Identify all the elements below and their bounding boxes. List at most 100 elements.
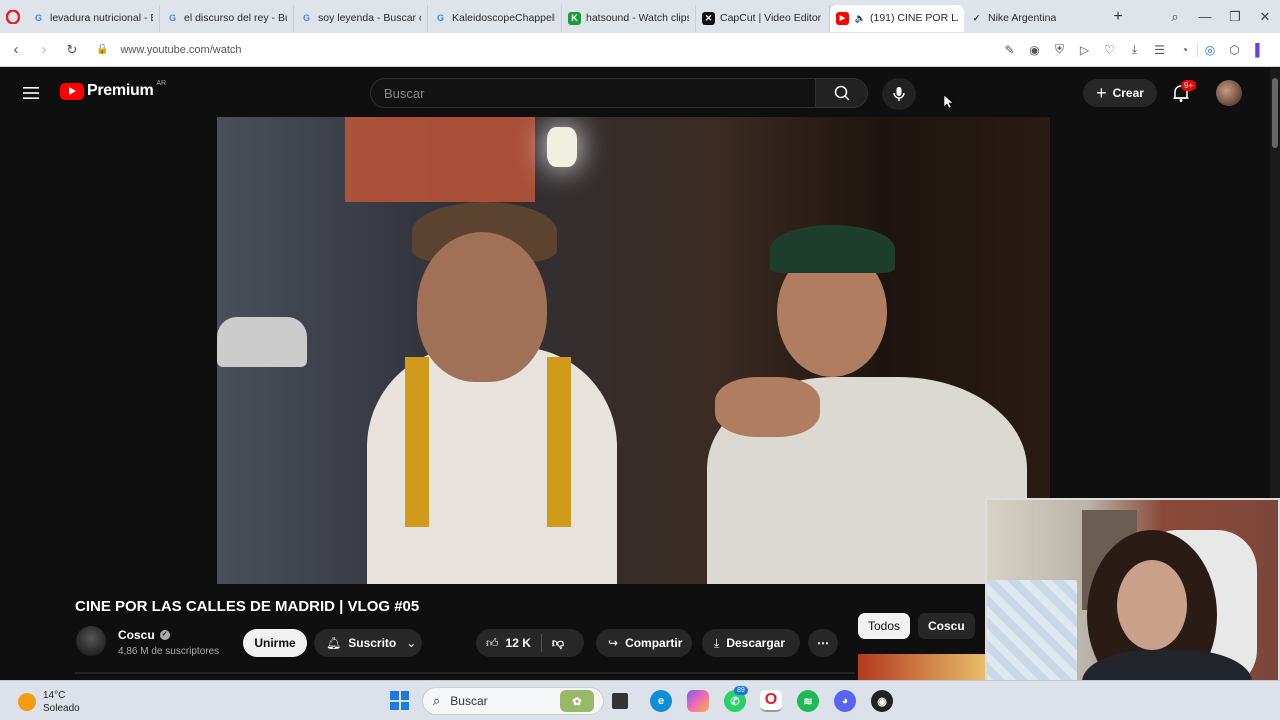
search-tabs-icon[interactable]: ⌕	[1160, 9, 1190, 25]
menu-icon[interactable]: ☰	[1147, 43, 1172, 57]
tab-label: levadura nutricional - Bu	[50, 12, 153, 24]
shield-icon[interactable]: ⛨	[1047, 42, 1072, 57]
tab-label: (191) CINE POR LAS C	[870, 12, 958, 24]
like-count: 12 K	[505, 636, 531, 650]
edit-icon[interactable]: ✎	[997, 43, 1022, 57]
chip-coscu[interactable]: Coscu	[918, 613, 975, 639]
browser-tab-active[interactable]: ▶ 🔈 (191) CINE POR LAS C	[830, 4, 964, 32]
extension-icon[interactable]: ◎	[1197, 42, 1222, 57]
thumbs-up-icon: 👍︎	[486, 635, 499, 650]
search-icon: ⌕	[433, 693, 441, 708]
browser-tab[interactable]: K hatsound - Watch clips o	[562, 4, 696, 32]
discord-icon[interactable]: ◕	[834, 690, 856, 712]
search-icon	[834, 85, 850, 101]
spotify-icon[interactable]: ≋	[797, 690, 819, 712]
new-tab-button[interactable]: +	[1104, 3, 1132, 30]
app-icon[interactable]: ◉	[871, 690, 893, 712]
search-button[interactable]	[816, 78, 868, 108]
copilot-icon[interactable]	[687, 690, 709, 712]
maximize-button[interactable]: ❐	[1220, 9, 1250, 25]
tab-label: Nike Argentina	[988, 12, 1057, 24]
reload-button[interactable]: ↻	[58, 42, 86, 58]
weather-widget[interactable]: 14°C Soleado	[18, 689, 80, 715]
profile-icon[interactable]: ◔	[1172, 43, 1197, 57]
download-icon[interactable]: ⤓	[1122, 42, 1147, 57]
mouse-cursor-icon	[943, 94, 954, 114]
dislike-button[interactable]: 👎︎	[542, 629, 574, 657]
address-bar: ‹ › ↻ 🔒 www.youtube.com/watch ✎ ◉ ⛨ ▷ ♡ …	[0, 33, 1280, 67]
description-divider	[75, 672, 855, 674]
video-player[interactable]	[217, 117, 1050, 584]
back-button[interactable]: ‹	[2, 41, 30, 58]
tab-label: KaleidoscopeChappell Re	[452, 12, 555, 24]
share-icon: ↪	[608, 636, 619, 650]
google-icon: G	[168, 13, 176, 23]
capcut-icon: ✕	[702, 11, 715, 25]
browser-tab[interactable]: G el discurso del rey - Busc	[160, 4, 294, 32]
minimize-button[interactable]: —	[1190, 9, 1220, 24]
share-button[interactable]: ↪ Compartir	[596, 629, 692, 657]
video-person-right-cap	[770, 225, 895, 273]
browser-tab[interactable]: G levadura nutricional - Bu	[26, 4, 160, 32]
tab-label: CapCut | Video Editor | A	[720, 12, 823, 24]
chevron-down-icon: ⌄	[406, 636, 417, 650]
voice-search-button[interactable]	[882, 78, 916, 110]
play-icon[interactable]: ▷	[1072, 43, 1097, 57]
cube-icon[interactable]: ⬡	[1222, 43, 1247, 57]
hamburger-menu-icon[interactable]	[20, 82, 42, 104]
chip-todos[interactable]: Todos	[858, 613, 911, 639]
browser-tab[interactable]: G soy leyenda - Buscar con	[294, 4, 428, 32]
notification-badge: 9+	[1181, 80, 1197, 91]
more-actions-button[interactable]: ⋯	[808, 629, 838, 657]
share-label: Compartir	[625, 636, 683, 650]
logo-text: Premium	[87, 82, 154, 99]
account-avatar[interactable]	[1216, 80, 1242, 106]
camera-icon[interactable]: ◉	[1022, 43, 1047, 57]
google-icon: G	[302, 13, 310, 23]
download-button[interactable]: ⤓ Descargar	[702, 629, 800, 657]
opera-logo-icon[interactable]	[0, 0, 26, 33]
thumbs-down-icon: 👎︎	[551, 635, 565, 650]
subscribed-label: Suscrito	[348, 636, 397, 650]
lock-icon[interactable]: 🔒	[96, 44, 108, 55]
browser-tab[interactable]: G KaleidoscopeChappell Re	[428, 4, 562, 32]
channel-avatar[interactable]	[76, 626, 106, 656]
taskbar-search-label: Buscar	[450, 694, 488, 708]
download-label: Descargar	[726, 636, 786, 650]
subscribed-button[interactable]: 🔔︎ Suscrito ⌄	[314, 629, 422, 657]
youtube-premium-logo[interactable]: Premium AR	[60, 80, 166, 100]
edge-icon[interactable]: e	[650, 690, 672, 712]
recommended-video-thumbnail[interactable]	[858, 654, 988, 680]
search-input[interactable]: Buscar	[370, 78, 816, 108]
url-field[interactable]: www.youtube.com/watch	[120, 44, 241, 56]
google-icon: G	[34, 13, 42, 23]
join-button[interactable]: Unirme	[243, 629, 307, 657]
windows-start-icon[interactable]	[390, 691, 409, 710]
more-icon: ⋯	[817, 636, 829, 650]
youtube-play-icon	[60, 82, 84, 100]
file-explorer-icon[interactable]	[612, 693, 628, 709]
search-highlight-icon[interactable]: ✿	[560, 690, 594, 712]
browser-tab[interactable]: ✕ CapCut | Video Editor | A	[696, 4, 830, 32]
sidebar-icon[interactable]: ▌	[1247, 43, 1272, 57]
video-person-right-hand	[715, 377, 820, 437]
tab-label: soy leyenda - Buscar con	[318, 12, 421, 24]
tab-label: hatsound - Watch clips o	[586, 12, 689, 24]
microphone-icon	[893, 87, 905, 101]
create-button[interactable]: + Crear	[1083, 79, 1157, 107]
whatsapp-badge: 89	[734, 686, 748, 695]
heart-icon[interactable]: ♡	[1097, 43, 1122, 57]
webcam-person-face	[1117, 560, 1187, 650]
forward-button[interactable]: ›	[30, 41, 58, 58]
opera-icon[interactable]: O	[760, 690, 782, 712]
channel-name[interactable]: Coscu ✓	[118, 628, 170, 642]
channel-name-text: Coscu	[118, 628, 155, 642]
browser-tab[interactable]: ✓ Nike Argentina	[964, 5, 1098, 32]
close-window-button[interactable]: ✕	[1250, 9, 1280, 25]
like-button[interactable]: 👍︎ 12 K	[476, 629, 541, 657]
audio-playing-icon[interactable]: 🔈	[854, 12, 867, 25]
scrollbar-thumb[interactable]	[1272, 78, 1278, 148]
google-icon: G	[436, 13, 444, 23]
like-dislike-group: 👍︎ 12 K 👎︎	[476, 629, 584, 657]
youtube-favicon-icon: ▶	[836, 11, 849, 25]
